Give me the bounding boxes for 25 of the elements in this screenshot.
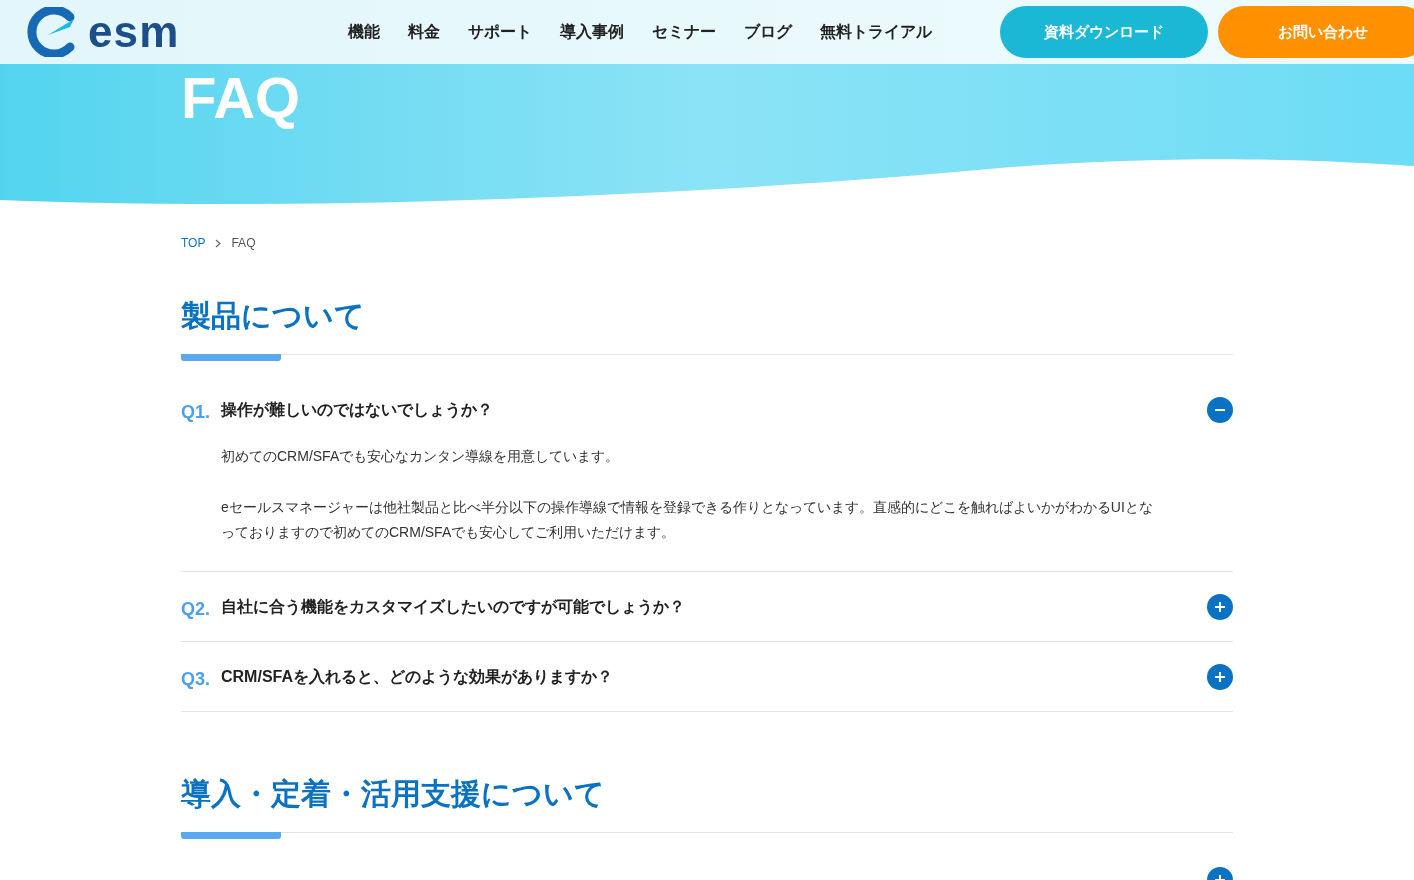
section-heading: 導入・定着・活用支援について <box>181 776 606 812</box>
page-title: FAQ <box>180 64 302 130</box>
nav-link[interactable]: 機能 <box>348 20 380 44</box>
question-number: Q1. <box>181 401 211 424</box>
plus-circle-icon[interactable] <box>1207 663 1233 690</box>
question-text[interactable]: 操作が難しいのではないでしょうか？ <box>221 397 493 422</box>
plus-circle-icon[interactable] <box>1207 593 1233 620</box>
question-text[interactable]: CRM/SFAを入れると、どのような効果がありますか？ <box>221 664 613 689</box>
answer-paragraph: eセールスマネージャーは他社製品と比べ半分以下の操作導線で情報を登録できる作りとなっています。直感的にどこを触ればよいかがわかるUIとなっておりますので初めてのCRM/SFAでも安心してご利用いただけます。 <box>221 498 1153 542</box>
breadcrumb-current: FAQ <box>231 235 256 252</box>
minus-circle-icon[interactable] <box>1207 396 1233 423</box>
question-number: Q2. <box>181 598 211 621</box>
nav-link[interactable]: サポート <box>468 20 532 44</box>
breadcrumb-link[interactable]: TOP <box>181 234 206 252</box>
nav-link[interactable]: 無料トライアル <box>820 20 932 44</box>
answer-paragraph: 初めてのCRM/SFAでも安心なカンタン導線を用意しています。 <box>221 447 621 466</box>
chevron-right-icon <box>215 238 222 248</box>
logo-text: esm <box>88 10 180 54</box>
nav-link[interactable]: 導入事例 <box>560 20 624 44</box>
question-number: Q3. <box>181 668 211 691</box>
nav-link[interactable]: ブログ <box>744 20 792 44</box>
question-text[interactable]: 自社に合う機能をカスタマイズしたいのですが可能でしょうか？ <box>221 594 685 619</box>
nav-link[interactable]: セミナー <box>652 20 716 44</box>
section-heading: 製品について <box>181 298 366 334</box>
nav-link[interactable]: 料金 <box>408 20 440 44</box>
